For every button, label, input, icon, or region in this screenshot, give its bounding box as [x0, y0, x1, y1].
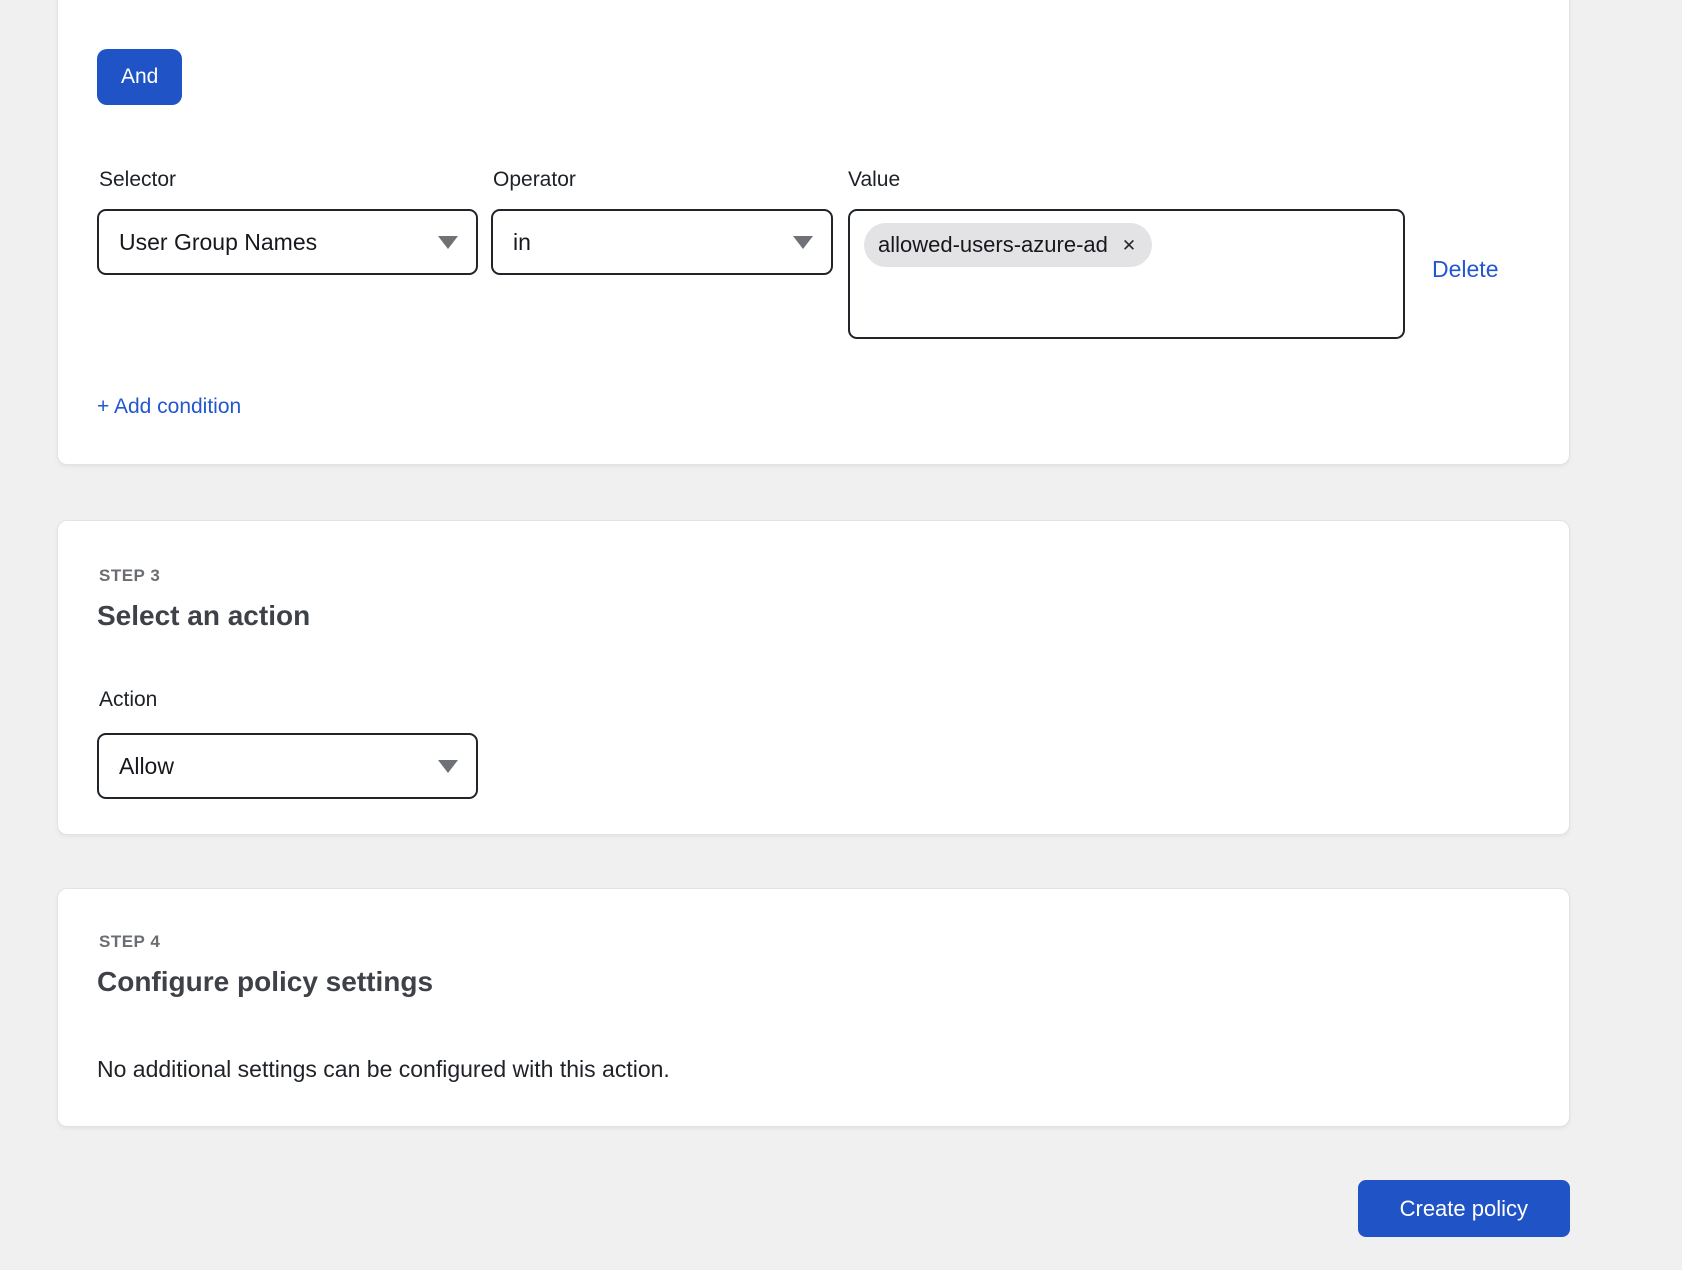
step4-title: Configure policy settings — [97, 965, 1529, 999]
value-multiselect-input[interactable]: allowed-users-azure-ad ✕ — [848, 209, 1405, 339]
delete-condition-button[interactable]: Delete — [1432, 255, 1498, 283]
chevron-down-icon — [438, 760, 458, 773]
action-dropdown[interactable]: Allow — [97, 733, 478, 799]
remove-tag-icon[interactable]: ✕ — [1122, 237, 1136, 254]
step4-card: STEP 4 Configure policy settings No addi… — [57, 888, 1570, 1127]
value-tag: allowed-users-azure-ad ✕ — [864, 223, 1152, 267]
action-dropdown-value: Allow — [119, 753, 426, 780]
and-operator-button[interactable]: And — [97, 49, 182, 105]
operator-dropdown-value: in — [513, 229, 781, 256]
condition-row: User Group Names in allowed-users-azure-… — [97, 209, 1569, 339]
selector-dropdown[interactable]: User Group Names — [97, 209, 478, 275]
chevron-down-icon — [438, 236, 458, 249]
create-policy-button[interactable]: Create policy — [1358, 1180, 1570, 1237]
step3-card: STEP 3 Select an action Action Allow — [57, 520, 1570, 835]
conditions-card: And Selector Operator Value User Group N… — [57, 0, 1570, 465]
selector-column-label: Selector — [97, 168, 491, 192]
value-column-label: Value — [848, 168, 900, 192]
form-footer: Create policy — [57, 1180, 1570, 1237]
step4-label: STEP 4 — [97, 931, 1529, 953]
operator-column-label: Operator — [491, 168, 848, 192]
step3-title: Select an action — [97, 599, 1529, 633]
operator-dropdown[interactable]: in — [491, 209, 833, 275]
chevron-down-icon — [793, 236, 813, 249]
step4-description: No additional settings can be configured… — [97, 1054, 1529, 1084]
step3-label: STEP 3 — [97, 565, 1529, 587]
condition-column-labels: Selector Operator Value — [97, 168, 1569, 192]
action-label: Action — [97, 687, 1529, 713]
policy-builder-page: And Selector Operator Value User Group N… — [57, 0, 1570, 1237]
value-tag-label: allowed-users-azure-ad — [878, 232, 1108, 258]
selector-dropdown-value: User Group Names — [119, 229, 426, 256]
add-condition-link[interactable]: + Add condition — [97, 395, 241, 419]
